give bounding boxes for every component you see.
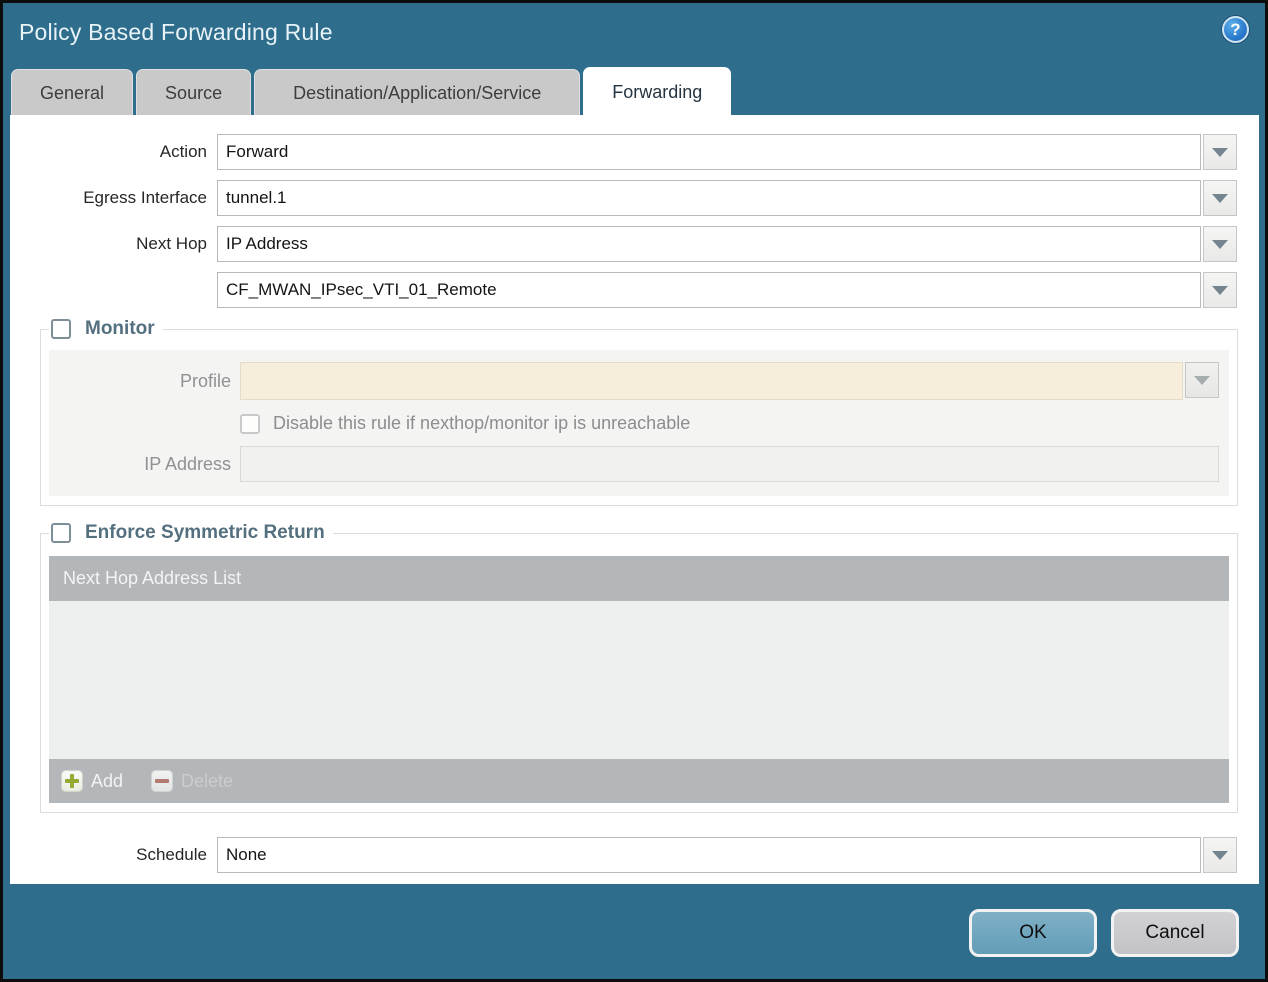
profile-dropdown-button [1185,362,1219,398]
chevron-down-icon [1212,239,1228,249]
tab-source[interactable]: Source [136,69,252,115]
enforce-symmetric-return-group: Enforce Symmetric Return Next Hop Addres… [40,522,1238,813]
schedule-combo: None [217,837,1237,873]
disable-rule-row: Disable this rule if nexthop/monitor ip … [240,413,1229,434]
profile-combo [240,362,1219,400]
help-icon[interactable]: ? [1222,16,1249,43]
policy-based-forwarding-dialog: Policy Based Forwarding Rule ? General S… [0,0,1268,982]
egress-interface-select[interactable]: tunnel.1 [217,180,1201,216]
enforce-symmetric-return-legend: Enforce Symmetric Return [49,522,333,544]
action-dropdown-button[interactable] [1203,134,1237,170]
tab-general[interactable]: General [11,69,134,115]
profile-label: Profile [179,370,231,391]
dialog-titlebar: Policy Based Forwarding Rule ? [3,3,1265,67]
add-button-label: Add [91,770,124,791]
next-hop-label: Next Hop [136,234,207,253]
dialog-footer: OK Cancel [969,909,1239,957]
dialog-title: Policy Based Forwarding Rule [19,19,333,45]
chevron-down-icon [1212,285,1228,295]
enforce-symmetric-return-checkbox[interactable] [51,523,71,543]
next-hop-address-row: CF_MWAN_IPsec_VTI_01_Remote [10,272,1259,308]
tab-forwarding[interactable]: Forwarding [583,67,732,115]
next-hop-type-dropdown-button[interactable] [1203,226,1237,262]
next-hop-address-dropdown-button[interactable] [1203,272,1237,308]
schedule-label: Schedule [136,845,207,864]
schedule-select[interactable]: None [217,837,1201,873]
next-hop-address-list-table: Next Hop Address List Add Delete [49,556,1229,803]
next-hop-row: Next Hop IP Address [10,226,1259,262]
delete-button: Delete [151,770,233,792]
plus-icon [61,770,83,792]
ok-button[interactable]: OK [969,909,1097,957]
chevron-down-icon [1194,375,1210,385]
profile-select [240,362,1183,400]
monitor-panel: Profile Disable this rule if nexthop/mon… [49,350,1229,496]
delete-button-label: Delete [181,770,234,791]
disable-rule-checkbox[interactable] [240,413,260,434]
minus-icon [151,770,174,792]
monitor-label: Monitor [85,318,155,339]
egress-interface-row: Egress Interface tunnel.1 [10,180,1259,216]
next-hop-address-select[interactable]: CF_MWAN_IPsec_VTI_01_Remote [217,272,1201,308]
forwarding-tab-content: Action Forward Egress Interface tunnel.1… [10,115,1259,884]
tab-destination-application-service[interactable]: Destination/Application/Service [254,69,581,115]
chevron-down-icon [1212,193,1228,203]
next-hop-address-list-footer: Add Delete [49,759,1229,803]
action-combo: Forward [217,134,1237,170]
chevron-down-icon [1212,850,1228,860]
add-button[interactable]: Add [61,770,123,792]
schedule-dropdown-button[interactable] [1203,837,1237,873]
schedule-row: Schedule None [10,837,1259,873]
profile-row: Profile [49,362,1229,400]
next-hop-type-combo: IP Address [217,226,1237,262]
egress-interface-dropdown-button[interactable] [1203,180,1237,216]
next-hop-address-list-body[interactable] [49,601,1229,759]
cancel-button[interactable]: Cancel [1111,909,1239,957]
tab-bar: General Source Destination/Application/S… [3,67,1265,115]
disable-rule-label: Disable this rule if nexthop/monitor ip … [273,413,691,433]
monitor-checkbox[interactable] [51,319,71,339]
monitor-ip-address-label: IP Address [144,453,231,474]
monitor-ip-address-row: IP Address [49,446,1229,482]
monitor-group: Monitor Profile Disable this rule if nex… [40,318,1238,506]
egress-interface-combo: tunnel.1 [217,180,1237,216]
action-row: Action Forward [10,134,1259,170]
next-hop-address-combo: CF_MWAN_IPsec_VTI_01_Remote [217,272,1237,308]
egress-interface-label: Egress Interface [83,188,207,207]
action-label: Action [159,142,207,161]
next-hop-address-list-header: Next Hop Address List [49,556,1229,601]
next-hop-type-select[interactable]: IP Address [217,226,1201,262]
action-select[interactable]: Forward [217,134,1201,170]
monitor-ip-address-input [240,446,1219,482]
enforce-symmetric-return-label: Enforce Symmetric Return [85,522,325,543]
monitor-legend: Monitor [49,318,163,340]
chevron-down-icon [1212,147,1228,157]
